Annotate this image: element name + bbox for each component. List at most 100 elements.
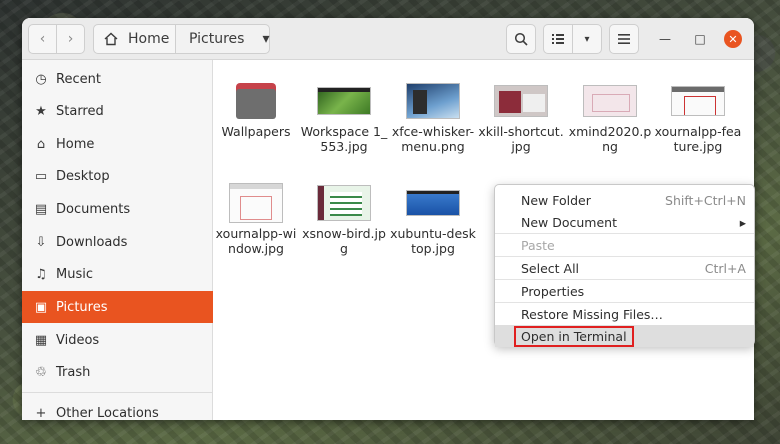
minimize-button[interactable]: — bbox=[656, 30, 674, 48]
menu-item-new-folder[interactable]: New Folder Shift+Ctrl+N bbox=[495, 189, 754, 211]
clock-icon: ◷ bbox=[35, 71, 47, 87]
document-icon: ▤ bbox=[34, 201, 48, 217]
sidebar-item-label: Pictures bbox=[56, 299, 108, 315]
file-item[interactable]: Wallpapers bbox=[212, 80, 300, 139]
file-name: xfce-whisker-menu.png bbox=[391, 124, 475, 154]
folder-icon bbox=[236, 83, 276, 119]
menu-item-new-document[interactable]: New Document ▸ bbox=[495, 211, 754, 233]
close-icon: ✕ bbox=[728, 32, 738, 46]
file-item[interactable]: xournalpp-feature.jpg bbox=[654, 80, 742, 154]
sidebar: ◷ Recent ★ Starred ⌂ Home ▭ Desktop ▤ Do… bbox=[22, 60, 213, 420]
shortcut-label: Shift+Ctrl+N bbox=[665, 192, 746, 208]
file-name: xsnow-bird.jpg bbox=[302, 226, 386, 256]
sidebar-item-label: Documents bbox=[56, 201, 131, 217]
sidebar-item-home[interactable]: ⌂ Home bbox=[22, 128, 213, 160]
breadcrumb-pictures-label: Pictures bbox=[189, 31, 245, 47]
list-view-icon bbox=[552, 34, 564, 44]
file-item[interactable]: xubuntu-desktop.jpg bbox=[389, 182, 477, 256]
sidebar-item-label: Recent bbox=[56, 71, 101, 87]
file-name: xkill-shortcut.jpg bbox=[478, 124, 564, 154]
view-options-button[interactable]: ▾ bbox=[572, 24, 602, 54]
menu-item-properties[interactable]: Properties bbox=[495, 280, 754, 302]
file-item[interactable]: xmind2020.png bbox=[566, 80, 654, 154]
menu-item-open-in-terminal[interactable]: Open in Terminal bbox=[495, 325, 754, 347]
download-icon: ⇩ bbox=[35, 234, 47, 250]
home-icon: ⌂ bbox=[36, 136, 46, 152]
breadcrumb-pictures[interactable]: Pictures ▾ bbox=[175, 24, 270, 54]
menu-item-select-all[interactable]: Select All Ctrl+A bbox=[495, 257, 754, 279]
sidebar-item-starred[interactable]: ★ Starred bbox=[22, 95, 213, 127]
sidebar-item-label: Music bbox=[56, 266, 93, 282]
image-thumbnail bbox=[406, 83, 460, 119]
back-button[interactable]: ‹ bbox=[28, 24, 57, 54]
image-thumbnail bbox=[229, 183, 283, 223]
sidebar-item-recent[interactable]: ◷ Recent bbox=[22, 63, 213, 95]
sidebar-item-videos[interactable]: ▦ Videos bbox=[22, 324, 213, 356]
image-thumbnail bbox=[317, 87, 371, 115]
desktop-icon: ▭ bbox=[34, 168, 48, 184]
sidebar-item-pictures[interactable]: ▣ Pictures bbox=[22, 291, 213, 323]
video-icon: ▦ bbox=[34, 332, 48, 348]
search-button[interactable] bbox=[506, 24, 536, 54]
file-item[interactable]: xkill-shortcut.jpg bbox=[477, 80, 565, 154]
menu-item-restore-missing-files[interactable]: Restore Missing Files… bbox=[495, 303, 754, 325]
file-name: xubuntu-desktop.jpg bbox=[390, 226, 476, 256]
image-thumbnail bbox=[317, 185, 371, 221]
forward-button[interactable]: › bbox=[56, 24, 85, 54]
file-name: xmind2020.png bbox=[568, 124, 652, 154]
file-item[interactable]: xsnow-bird.jpg bbox=[300, 182, 388, 256]
main-menu-button[interactable] bbox=[609, 24, 639, 54]
maximize-button[interactable]: □ bbox=[691, 30, 709, 48]
menu-item-label: Restore Missing Files… bbox=[521, 306, 663, 322]
image-thumbnail bbox=[406, 190, 460, 216]
chevron-down-icon: ▾ bbox=[584, 33, 590, 45]
sidebar-item-label: Desktop bbox=[56, 168, 110, 184]
hamburger-icon bbox=[618, 34, 630, 44]
sidebar-item-label: Downloads bbox=[56, 234, 128, 250]
file-item[interactable]: xournalpp-window.jpg bbox=[212, 182, 300, 256]
breadcrumb-home[interactable]: Home bbox=[93, 24, 176, 54]
file-item[interactable]: xfce-whisker-menu.png bbox=[389, 80, 477, 154]
close-button[interactable]: ✕ bbox=[724, 30, 742, 48]
minimize-icon: — bbox=[659, 32, 671, 46]
sidebar-item-other-locations[interactable]: + Other Locations bbox=[22, 397, 213, 421]
sidebar-item-label: Videos bbox=[56, 332, 100, 348]
sidebar-divider bbox=[22, 392, 213, 393]
file-name: Workspace 1_553.jpg bbox=[300, 124, 388, 154]
sidebar-item-label: Home bbox=[56, 136, 95, 152]
shortcut-label: Ctrl+A bbox=[704, 260, 746, 276]
sidebar-item-trash[interactable]: ♲ Trash bbox=[22, 356, 213, 388]
file-name: Wallpapers bbox=[221, 124, 291, 139]
plus-icon: + bbox=[35, 405, 47, 421]
home-icon bbox=[104, 32, 118, 46]
sidebar-item-documents[interactable]: ▤ Documents bbox=[22, 193, 213, 225]
maximize-icon: □ bbox=[694, 32, 706, 46]
star-icon: ★ bbox=[35, 103, 47, 119]
menu-item-label: New Folder bbox=[521, 192, 591, 208]
menu-item-label: Properties bbox=[521, 283, 585, 299]
chevron-right-icon: › bbox=[67, 31, 74, 47]
music-icon: ♫ bbox=[35, 266, 47, 282]
image-thumbnail bbox=[583, 85, 637, 117]
sidebar-item-music[interactable]: ♫ Music bbox=[22, 258, 213, 290]
sidebar-item-label: Starred bbox=[56, 103, 104, 119]
image-thumbnail bbox=[494, 85, 548, 117]
file-item[interactable]: Workspace 1_553.jpg bbox=[300, 80, 388, 154]
file-name: xournalpp-window.jpg bbox=[215, 226, 297, 256]
menu-item-paste: Paste bbox=[495, 234, 754, 256]
sidebar-item-label: Other Locations bbox=[56, 405, 159, 421]
menu-item-label: Paste bbox=[521, 237, 555, 253]
view-list-button[interactable] bbox=[543, 24, 573, 54]
sidebar-item-downloads[interactable]: ⇩ Downloads bbox=[22, 226, 213, 258]
header-bar: ‹ › Home Pictures ▾ ▾ — □ ✕ bbox=[22, 18, 754, 60]
breadcrumb-home-label: Home bbox=[128, 31, 170, 47]
menu-item-label: Select All bbox=[521, 260, 580, 276]
sidebar-item-desktop[interactable]: ▭ Desktop bbox=[22, 160, 213, 192]
pictures-icon: ▣ bbox=[34, 299, 48, 315]
menu-item-label: Open in Terminal bbox=[514, 325, 634, 347]
context-menu: New Folder Shift+Ctrl+N New Document ▸ P… bbox=[494, 184, 755, 347]
chevron-left-icon: ‹ bbox=[39, 31, 46, 47]
chevron-down-icon: ▾ bbox=[262, 31, 270, 47]
search-icon bbox=[514, 32, 528, 46]
file-name: xournalpp-feature.jpg bbox=[654, 124, 742, 154]
